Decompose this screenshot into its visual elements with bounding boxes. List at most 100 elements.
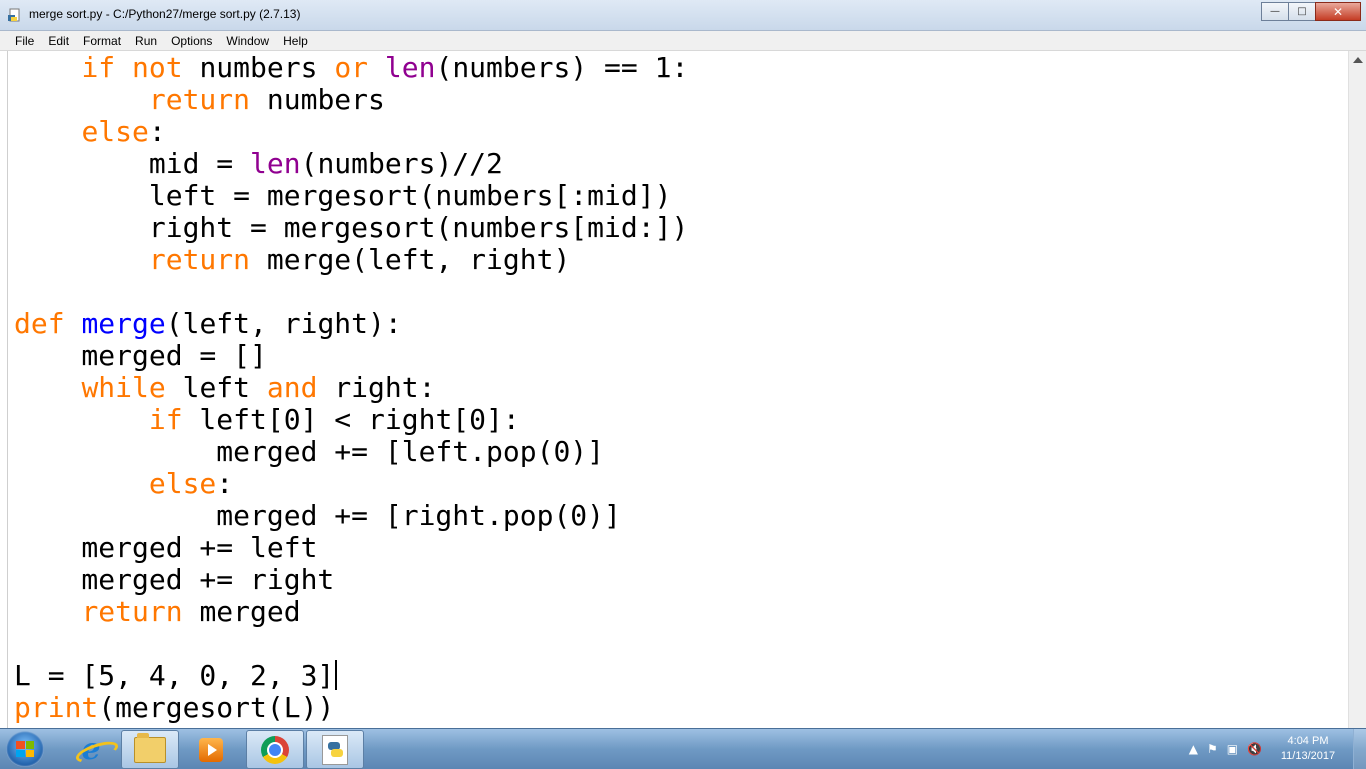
code-token: (mergesort(L)) [98,691,335,724]
code-token: len [250,147,301,180]
taskbar-internet-explorer[interactable]: e [62,730,120,769]
code-line[interactable]: else: [14,116,688,148]
taskbar: e ▲ ⚑ ▣ 🔇 4:04 PM 11/13/2017 [0,728,1366,769]
menu-run[interactable]: Run [128,34,164,48]
code-token: else [81,115,149,148]
code-token: else [148,467,217,500]
menu-bar: File Edit Format Run Options Window Help [0,31,1366,51]
menu-format[interactable]: Format [76,34,128,48]
code-token: right = mergesort(numbers[mid:]) [14,211,689,244]
code-token: merged += left [14,531,318,564]
code-line[interactable]: merged += right [14,564,688,596]
chrome-icon [261,735,289,764]
code-token: merged += [right.pop(0)] [14,499,621,532]
code-line[interactable]: return merge(left, right) [14,244,688,276]
windows-logo-icon [16,741,34,757]
code-token: if [148,403,183,436]
code-token: and [266,371,318,404]
code-line[interactable]: return merged [14,596,688,628]
code-token: : [148,115,166,148]
volume-muted-icon[interactable]: 🔇 [1247,742,1262,756]
media-player-icon [199,737,223,762]
minimize-button[interactable]: — [1261,2,1289,21]
code-line[interactable]: merged += left [14,532,688,564]
code-line[interactable]: else: [14,468,688,500]
taskbar-file-explorer[interactable] [121,730,179,769]
code-token: merge [81,307,166,340]
scroll-up-arrow-icon[interactable] [1353,57,1363,63]
code-line[interactable]: if not numbers or len(numbers) == 1: [14,52,688,84]
code-line[interactable]: while left and right: [14,372,688,404]
maximize-button[interactable]: □ [1288,2,1316,21]
code-text[interactable]: if not numbers or len(numbers) == 1: ret… [14,52,688,724]
close-button[interactable]: ✕ [1315,2,1361,21]
code-token: or [334,51,369,84]
show-hidden-icons-arrow[interactable]: ▲ [1189,742,1198,756]
menu-window[interactable]: Window [219,34,276,48]
code-token: numbers [250,83,385,116]
code-token: left [165,371,267,404]
code-token: right: [317,371,436,404]
code-token: (numbers)//2 [300,147,503,180]
code-line[interactable] [14,276,688,308]
system-tray: ▲ ⚑ ▣ 🔇 4:04 PM 11/13/2017 [1189,729,1366,769]
code-line[interactable]: merged += [left.pop(0)] [14,436,688,468]
maximize-icon: □ [1297,6,1307,17]
code-token: return [148,83,251,116]
taskbar-media-player[interactable] [182,730,240,769]
menu-file[interactable]: File [0,34,41,48]
code-line[interactable]: mid = len(numbers)//2 [14,148,688,180]
code-line[interactable]: L = [5, 4, 0, 2, 3] [14,660,688,692]
window-title-bar: merge sort.py - C:/Python27/merge sort.p… [0,0,1366,31]
network-icon[interactable]: ▣ [1227,742,1238,756]
menu-options[interactable]: Options [164,34,219,48]
code-token: if [81,51,116,84]
taskbar-chrome[interactable] [246,730,304,769]
text-cursor [335,660,338,690]
code-line[interactable]: def merge(left, right): [14,308,688,340]
code-line[interactable]: merged += [right.pop(0)] [14,500,688,532]
close-icon: ✕ [1332,4,1344,19]
window-controls: — □ ✕ [1261,2,1361,21]
code-token: merged = [] [14,339,267,372]
code-token: merged += [left.pop(0)] [14,435,605,468]
code-line[interactable]: left = mergesort(numbers[:mid]) [14,180,688,212]
code-line[interactable]: if left[0] < right[0]: [14,404,688,436]
menu-help[interactable]: Help [276,34,315,48]
code-token: left = mergesort(numbers[:mid]) [14,179,672,212]
code-line[interactable]: right = mergesort(numbers[mid:]) [14,212,688,244]
file-explorer-icon [134,732,166,763]
code-token: left[0] < right[0]: [182,403,520,436]
code-token: print [14,691,99,724]
vertical-scrollbar[interactable] [1348,51,1366,728]
internet-explorer-icon: e [81,732,101,767]
code-token: len [384,51,436,84]
code-token: mid = [14,147,251,180]
action-center-flag-icon[interactable]: ⚑ [1207,742,1218,756]
clock-time: 4:04 PM [1287,735,1329,747]
menu-edit[interactable]: Edit [41,34,76,48]
code-line[interactable]: print(mergesort(L)) [14,692,688,724]
clock[interactable]: 4:04 PM 11/13/2017 [1271,734,1345,764]
code-line[interactable]: return numbers [14,84,688,116]
code-token: merged += right [14,563,335,596]
show-desktop-button[interactable] [1353,729,1366,769]
python-idle-icon [322,734,348,765]
code-editor[interactable]: if not numbers or len(numbers) == 1: ret… [0,51,1366,728]
code-line[interactable]: merged = [] [14,340,688,372]
code-line[interactable] [14,628,688,660]
start-button[interactable] [6,731,44,767]
code-token: while [81,371,166,404]
taskbar-python-idle[interactable] [306,730,364,769]
code-token: merged [182,595,301,628]
